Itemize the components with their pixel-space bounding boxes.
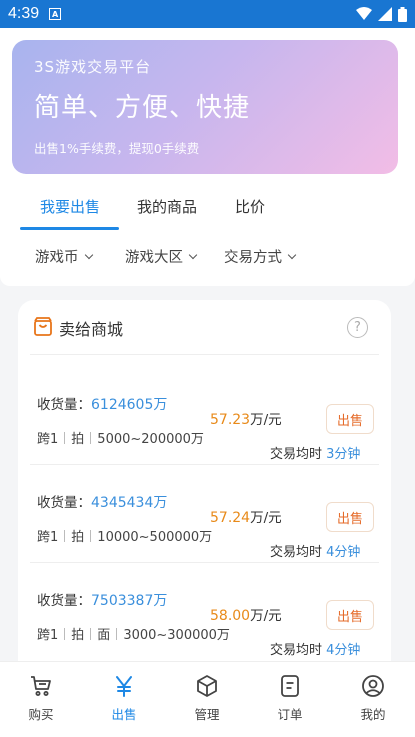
qty-value: 7503387 [91,593,154,609]
tag: 拍 [71,628,85,643]
bottom-nav: 购买 出售 管理 订单 我的 [0,661,415,737]
price-value: 58.00 [210,608,251,624]
help-icon[interactable]: ? [347,317,368,338]
nav-label: 出售 [111,707,137,722]
sell-button[interactable]: 出售 [326,404,374,434]
qty-value: 4345434 [91,495,154,511]
listing-tags: 跨1 拍 面 3000~300000万 [37,624,230,643]
price-value: 57.23 [210,412,251,428]
listing-item: 收货量：4345434万 57.24万/元 跨1 拍 10000~500000万… [18,465,391,563]
nav-buy[interactable]: 购买 [11,672,71,723]
avg-prefix: 交易均时 [270,643,323,658]
listing-range: 3000~300000万 [123,628,230,643]
qty-unit: 万 [153,593,168,609]
listing-avg-time: 交易均时 4分钟 [270,541,360,560]
listing-range: 5000~200000万 [97,432,204,447]
yen-icon [116,676,132,697]
nav-manage[interactable]: 管理 [177,672,237,723]
filter-label: 游戏大区 [125,250,183,266]
card-title: 卖给商城 [59,320,124,339]
nav-label: 订单 [277,707,303,722]
qty-prefix: 收货量： [37,397,91,413]
avg-prefix: 交易均时 [270,545,323,560]
tag: 跨1 [37,628,59,643]
avg-time-value: 3分钟 [326,447,361,462]
price-value: 57.24 [210,510,251,526]
avg-time-value: 4分钟 [326,545,361,560]
avg-prefix: 交易均时 [270,447,323,462]
listing-avg-time: 交易均时 4分钟 [270,639,360,658]
listing-tags: 跨1 拍 5000~200000万 [37,428,204,447]
sell-button[interactable]: 出售 [326,600,374,630]
qty-value: 6124605 [91,397,154,413]
nav-mine[interactable]: 我的 [343,672,403,723]
filter-game-currency[interactable]: 游戏币 [35,246,93,267]
banner-fee-note: 出售1%手续费，提现0手续费 [34,141,200,156]
divider [30,354,379,355]
status-bar: 4:39 A [0,0,415,28]
listing-item: 收货量：7503387万 58.00万/元 跨1 拍 面 3000~300000… [18,563,391,661]
filter-trade-method[interactable]: 交易方式 [224,246,297,267]
filter-game-region[interactable]: 游戏大区 [125,246,198,267]
notification-a-icon: A [49,8,62,20]
signal-icon [378,7,392,21]
tab-compare[interactable]: 比价 [235,196,265,217]
battery-icon [398,6,407,22]
status-time: 4:39 [8,5,40,22]
cart-icon [31,676,51,696]
status-icons [356,6,407,22]
card-header: 卖给商城 ? [18,300,391,354]
price-unit: 万/元 [250,412,282,428]
tab-bar: 我要出售 我的商品 比价 [0,190,415,230]
nav-label: 管理 [194,707,220,722]
listing-qty: 收货量：7503387万 [37,589,167,610]
qty-prefix: 收货量： [37,495,91,511]
tag: 面 [97,628,111,643]
filter-bar: 游戏币 游戏大区 交易方式 [0,246,415,270]
filter-label: 游戏币 [35,250,79,266]
listing-item: 收货量：6124605万 57.23万/元 跨1 拍 5000~200000万 … [18,367,391,465]
tab-sell[interactable]: 我要出售 [40,196,100,217]
banner-platform: 3S游戏交易平台 [34,58,152,76]
price-unit: 万/元 [250,608,282,624]
nav-orders[interactable]: 订单 [260,672,320,723]
sell-to-mall-card: 卖给商城 ? 收货量：6124605万 57.23万/元 跨1 拍 5000~2… [18,300,391,720]
chevron-down-icon [287,250,297,259]
listing-price: 57.24万/元 [210,506,282,526]
sell-button[interactable]: 出售 [326,502,374,532]
top-section: 3S游戏交易平台 简单、方便、快捷 出售1%手续费，提现0手续费 我要出售 我的… [0,28,415,286]
tag: 跨1 [37,530,59,545]
active-tab-indicator [20,227,119,230]
tag: 拍 [71,432,85,447]
order-icon [281,675,299,697]
avg-time-value: 4分钟 [326,643,361,658]
listing-avg-time: 交易均时 3分钟 [270,443,360,462]
qty-prefix: 收货量： [37,593,91,609]
filter-label: 交易方式 [224,250,282,266]
listing-qty: 收货量：4345434万 [37,491,167,512]
qty-unit: 万 [153,397,168,413]
promo-banner: 3S游戏交易平台 简单、方便、快捷 出售1%手续费，提现0手续费 [12,40,398,174]
shopping-bag-icon [34,317,52,336]
tag: 拍 [71,530,85,545]
listing-tags: 跨1 拍 10000~500000万 [37,526,212,545]
wifi-icon [356,7,372,20]
box-icon [197,675,217,697]
tag: 跨1 [37,432,59,447]
listing-price: 58.00万/元 [210,604,282,624]
listing-qty: 收货量：6124605万 [37,393,167,414]
banner-headline: 简单、方便、快捷 [34,93,251,123]
nav-label: 我的 [360,707,386,722]
tab-my-goods[interactable]: 我的商品 [137,196,197,217]
listing-price: 57.23万/元 [210,408,282,428]
nav-sell[interactable]: 出售 [94,672,154,723]
chevron-down-icon [84,250,93,259]
profile-icon [362,675,384,697]
qty-unit: 万 [153,495,168,511]
chevron-down-icon [188,250,198,259]
nav-label: 购买 [28,707,54,722]
listing-range: 10000~500000万 [97,530,213,545]
price-unit: 万/元 [250,510,282,526]
